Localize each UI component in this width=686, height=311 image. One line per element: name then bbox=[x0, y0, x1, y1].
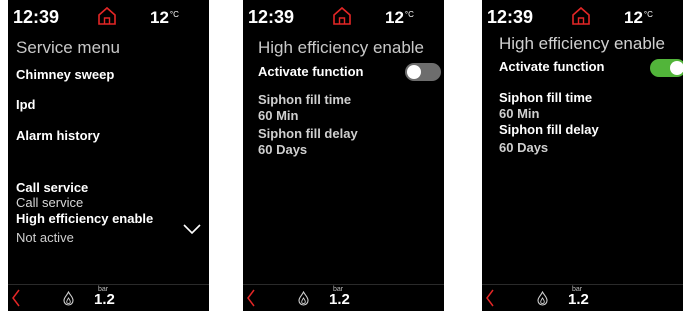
menu-item-high-efficiency-enable[interactable]: High efficiency enable bbox=[16, 211, 153, 226]
menu-item-chimney-sweep[interactable]: Chimney sweep bbox=[16, 67, 114, 82]
high-efficiency-screen-off: 12:39 12°C High efficiency enable Activa… bbox=[243, 0, 444, 311]
outdoor-temperature: 12°C bbox=[150, 8, 179, 27]
page-title: High efficiency enable bbox=[499, 34, 666, 53]
status-bar: 12:39 12°C bbox=[243, 0, 444, 30]
high-efficiency-value: Not active bbox=[16, 230, 74, 245]
siphon-fill-time-label: Siphon fill time bbox=[499, 90, 593, 105]
menu-item-call-service[interactable]: Call service bbox=[16, 180, 88, 195]
back-arrow-icon[interactable] bbox=[246, 289, 256, 307]
pressure-value: 1.2 bbox=[568, 291, 589, 308]
activate-function-toggle[interactable] bbox=[405, 63, 441, 81]
siphon-fill-delay-label: Siphon fill delay bbox=[258, 126, 358, 141]
flame-icon bbox=[63, 291, 74, 306]
pressure-value: 1.2 bbox=[94, 291, 115, 308]
flame-icon bbox=[298, 291, 309, 306]
outdoor-temperature: 12°C bbox=[385, 8, 414, 27]
clock: 12:39 bbox=[13, 7, 60, 27]
toggle-knob bbox=[670, 61, 683, 75]
temperature-unit: °C bbox=[169, 10, 179, 19]
home-icon[interactable] bbox=[571, 6, 591, 26]
temperature-unit: °C bbox=[643, 10, 653, 19]
service-menu-screen: 12:39 12°C Service menu Chimney sweep Ip… bbox=[8, 0, 209, 311]
siphon-fill-time-value[interactable]: 60 Min bbox=[499, 106, 539, 121]
activate-function-toggle[interactable] bbox=[650, 59, 683, 77]
status-bar: 12:39 12°C bbox=[482, 0, 683, 30]
footer-bar: bar 1.2 bbox=[8, 284, 209, 311]
chevron-down-icon[interactable] bbox=[182, 223, 202, 235]
menu-item-alarm-history[interactable]: Alarm history bbox=[16, 128, 100, 143]
activate-function-label: Activate function bbox=[499, 59, 605, 74]
outdoor-temperature: 12°C bbox=[624, 8, 653, 27]
high-efficiency-screen-on: 12:39 12°C High efficiency enable Activa… bbox=[482, 0, 683, 311]
clock: 12:39 bbox=[248, 7, 295, 27]
pressure-value: 1.2 bbox=[329, 291, 350, 308]
home-icon[interactable] bbox=[97, 6, 117, 26]
activate-function-label: Activate function bbox=[258, 64, 364, 79]
back-arrow-icon[interactable] bbox=[485, 289, 495, 307]
flame-icon bbox=[537, 291, 548, 306]
toggle-knob bbox=[407, 65, 421, 79]
footer-bar: bar 1.2 bbox=[243, 284, 444, 311]
page-title: High efficiency enable bbox=[258, 38, 425, 57]
call-service-value: Call service bbox=[16, 195, 84, 210]
temperature-unit: °C bbox=[404, 10, 414, 19]
siphon-fill-delay-label: Siphon fill delay bbox=[499, 122, 599, 137]
siphon-fill-delay-value[interactable]: 60 Days bbox=[499, 140, 548, 155]
siphon-fill-delay-value[interactable]: 60 Days bbox=[258, 142, 307, 157]
page-title: Service menu bbox=[16, 38, 120, 57]
siphon-fill-time-label: Siphon fill time bbox=[258, 92, 352, 107]
clock: 12:39 bbox=[487, 7, 534, 27]
home-icon[interactable] bbox=[332, 6, 352, 26]
back-arrow-icon[interactable] bbox=[11, 289, 21, 307]
menu-item-ipd[interactable]: Ipd bbox=[16, 97, 36, 112]
footer-bar: bar 1.2 bbox=[482, 284, 683, 311]
status-bar: 12:39 12°C bbox=[8, 0, 209, 30]
siphon-fill-time-value[interactable]: 60 Min bbox=[258, 108, 298, 123]
